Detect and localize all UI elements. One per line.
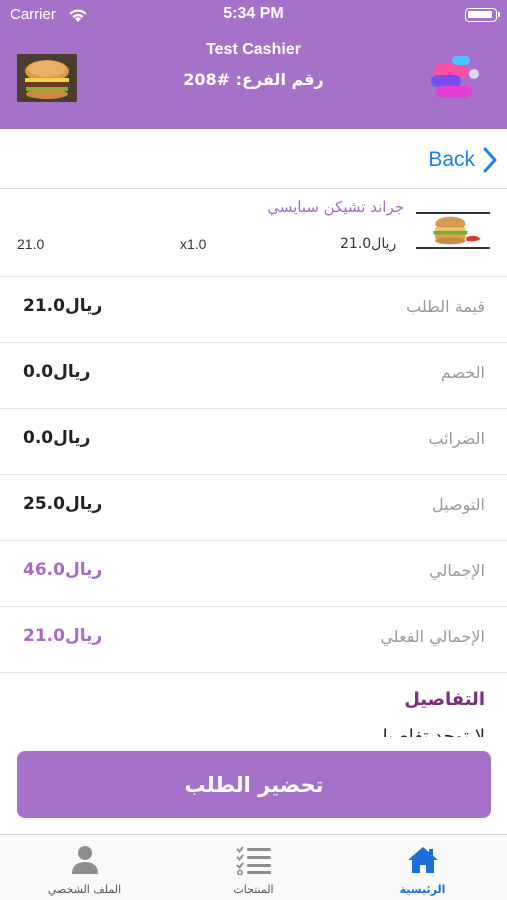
app-header: Carrier 5:34 PM Test Cashier رقم الفرع: … (0, 0, 507, 129)
status-time: 5:34 PM (223, 5, 284, 22)
summary-label: الضرائب (428, 429, 485, 448)
tab-products[interactable]: المنتجات (169, 835, 338, 900)
details-text: لا توجد تفاصيل (25, 722, 485, 737)
item-total: 21.0 (17, 236, 45, 252)
tab-label: الملف الشخصي (47, 883, 122, 896)
tab-bar: الملف الشخصي المنتجات الرئيسية (0, 834, 507, 900)
app-logo-icon (431, 56, 479, 98)
checklist-icon (235, 846, 271, 875)
order-item-row: جراند تشيكن سبايسي 21.0ريال x1.0 21.0 (0, 189, 507, 277)
back-button[interactable]: Back (428, 145, 497, 175)
user-thumbnail-burger-image (17, 54, 77, 102)
summary-value: 25.0ريال (23, 494, 103, 514)
item-chicken-burger-image (416, 212, 490, 249)
summary-label: التوصيل (432, 495, 485, 514)
back-label: Back (428, 148, 475, 171)
status-bar: Carrier 5:34 PM (0, 0, 507, 32)
summary-row-order-value: قيمة الطلب 21.0ريال (0, 277, 507, 343)
home-icon (407, 847, 438, 873)
item-unit-price: 21.0ريال (340, 236, 397, 252)
battery-icon (465, 8, 500, 22)
summary-label: الإجمالي (429, 561, 485, 580)
item-name: جراند تشيكن سبايسي (267, 198, 404, 216)
navigation-row: Back (0, 129, 507, 189)
summary-value: 46.0ريال (23, 560, 103, 580)
item-quantity: x1.0 (180, 236, 207, 252)
tab-profile[interactable]: الملف الشخصي (0, 835, 169, 900)
details-title: التفاصيل (404, 689, 485, 710)
summary-value: 21.0ريال (23, 296, 103, 316)
summary-value: 0.0ريال (23, 362, 91, 382)
chevron-right-icon (483, 147, 497, 173)
details-text-content: لا توجد تفاصيل (374, 726, 485, 737)
person-icon (71, 846, 98, 874)
summary-label: الإجمالي الفعلي (380, 627, 485, 646)
summary-value: 21.0ريال (23, 626, 103, 646)
summary-label: قيمة الطلب (406, 297, 485, 316)
summary-row-discount: الخصم 0.0ريال (0, 343, 507, 409)
tab-label: المنتجات (233, 883, 274, 896)
summary-row-total: الإجمالي 46.0ريال (0, 541, 507, 607)
prepare-order-button[interactable]: تحضير الطلب (17, 751, 491, 818)
summary-row-taxes: الضرائب 0.0ريال (0, 409, 507, 475)
tab-home[interactable]: الرئيسية (338, 835, 507, 900)
summary-value: 0.0ريال (23, 428, 91, 448)
order-details-screen: Carrier 5:34 PM Test Cashier رقم الفرع: … (0, 0, 507, 900)
summary-row-actual-total: الإجمالي الفعلي 21.0ريال (0, 607, 507, 673)
summary-row-delivery: التوصيل 25.0ريال (0, 475, 507, 541)
summary-label: الخصم (440, 363, 485, 382)
tab-label: الرئيسية (399, 883, 446, 896)
